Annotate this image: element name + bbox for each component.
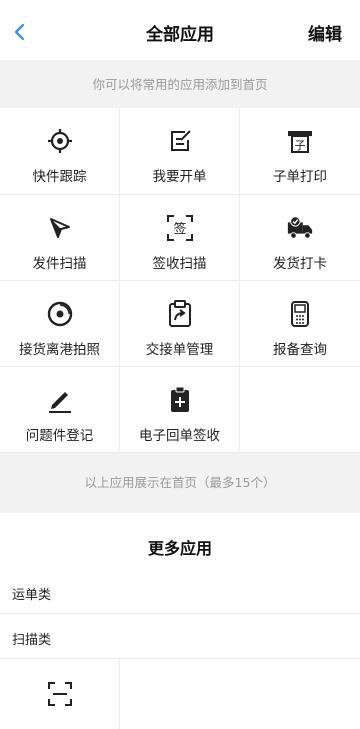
camera-lens-icon <box>46 300 74 328</box>
svg-text:子: 子 <box>295 139 306 152</box>
category-waybill[interactable]: 运单类 <box>0 570 360 614</box>
app-label: 电子回单签收 <box>139 428 220 444</box>
more-apps-title: 更多应用 <box>147 539 212 558</box>
svg-text:签: 签 <box>173 221 186 237</box>
app-item-dispatch-scan[interactable]: 发件扫描 <box>0 195 120 281</box>
app-item-create-waybill[interactable]: 我要开单 <box>120 108 240 195</box>
home-limit-hint: 以上应用展示在首页（最多15个） <box>0 453 360 513</box>
app-label: 签收扫描 <box>152 256 207 272</box>
edit-note-icon <box>166 127 194 155</box>
app-item-signoff-scan[interactable]: 签 签收扫描 <box>120 195 240 281</box>
edit-button[interactable]: 编辑 <box>308 20 342 45</box>
clipboard-arrow-icon <box>166 300 194 328</box>
empty-slot <box>240 367 360 453</box>
app-label: 接货离港拍照 <box>19 342 100 358</box>
category-label: 扫描类 <box>12 633 52 648</box>
handheld-device-icon <box>286 300 314 328</box>
app-label: 发件扫描 <box>32 256 87 272</box>
clipboard-plus-icon <box>166 386 194 414</box>
app-label: 问题件登记 <box>25 428 94 444</box>
app-item-problem-registration[interactable]: 问题件登记 <box>0 367 120 453</box>
pencil-icon <box>46 386 74 414</box>
app-item-report-query[interactable]: 报备查询 <box>240 281 360 367</box>
app-label: 交接单管理 <box>145 342 214 358</box>
app-label: 我要开单 <box>152 169 207 185</box>
app-item-shipment-checkin[interactable]: 发货打卡 <box>240 195 360 281</box>
cursor-arrow-icon <box>46 214 74 242</box>
category-scan[interactable]: 扫描类 <box>0 615 360 659</box>
more-apps-section: 更多应用 运单类 扫描类 <box>0 513 360 729</box>
all-apps-page: 全部应用 编辑 你可以将常用的应用添加到首页 快件跟踪 我要开单 子 子单打印 … <box>0 0 360 729</box>
printer-icon: 子 <box>286 127 314 155</box>
page-title: 全部应用 <box>146 25 214 45</box>
app-label: 发货打卡 <box>273 256 327 272</box>
app-item-sub-order-print[interactable]: 子 子单打印 <box>240 108 360 195</box>
top-navigation-bar: 全部应用 编辑 <box>0 0 360 60</box>
add-to-home-hint: 你可以将常用的应用添加到首页 <box>0 60 360 110</box>
app-item-handover-management[interactable]: 交接单管理 <box>120 281 240 367</box>
sign-scan-icon: 签 <box>166 214 194 242</box>
category-label: 运单类 <box>12 588 52 603</box>
more-app-item-scan[interactable] <box>0 659 120 729</box>
app-item-e-receipt-signoff[interactable]: 电子回单签收 <box>120 367 240 453</box>
target-icon <box>46 127 74 155</box>
home-apps-grid: 快件跟踪 我要开单 子 子单打印 发件扫描 签 签收扫描 发货打卡 接货离港拍照… <box>0 108 360 453</box>
app-item-pickup-departure-photo[interactable]: 接货离港拍照 <box>0 281 120 367</box>
app-label: 子单打印 <box>273 169 327 185</box>
truck-check-icon <box>286 214 314 242</box>
scan-frame-icon <box>47 682 72 706</box>
app-item-express-tracking[interactable]: 快件跟踪 <box>0 108 120 195</box>
app-label: 快件跟踪 <box>32 169 87 185</box>
app-label: 报备查询 <box>273 342 327 358</box>
